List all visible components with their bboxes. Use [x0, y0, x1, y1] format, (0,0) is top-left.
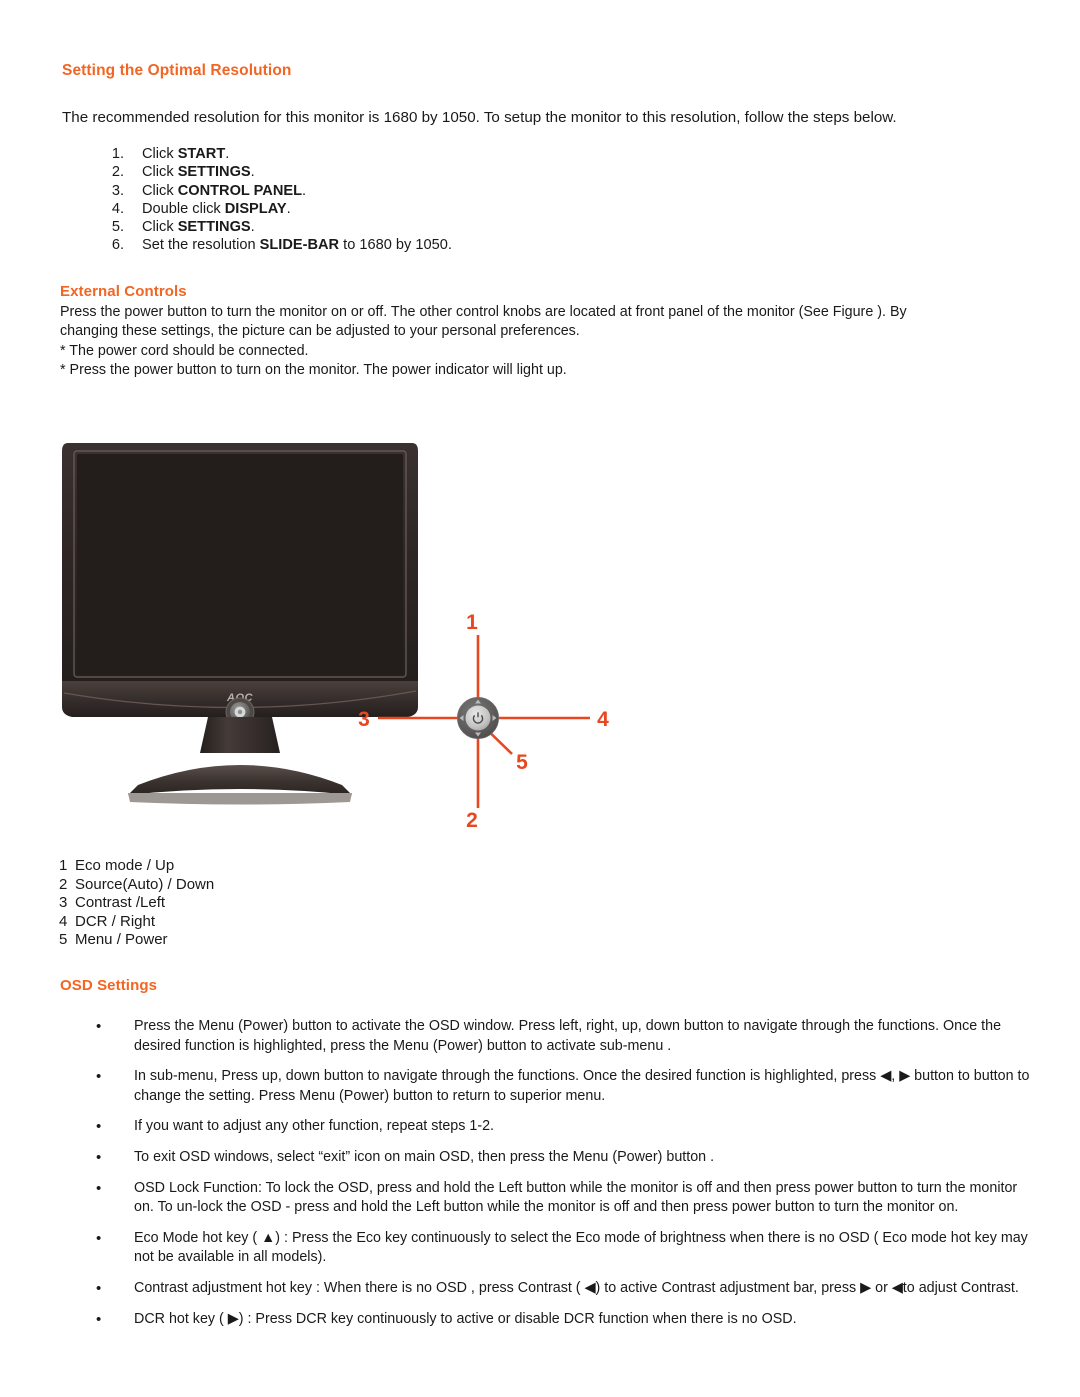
- step-label: Click SETTINGS.: [142, 164, 255, 181]
- legend-label: Source(Auto) / Down: [75, 875, 215, 893]
- document-page: Setting the Optimal Resolution The recom…: [0, 0, 1080, 1397]
- bullet-marker-icon: •: [96, 1229, 102, 1247]
- step-label: Click CONTROL PANEL.: [142, 182, 307, 199]
- bullet-marker-icon: •: [96, 1018, 102, 1035]
- step-item: 6. Set the resolution SLIDE-BAR to 1680 b…: [90, 236, 790, 254]
- external-controls-line: * Press the power button to turn on the …: [60, 362, 567, 379]
- monitor-front-view-figure: AOC: [60, 435, 640, 835]
- legend-number: 2: [59, 875, 68, 893]
- callout-number-5: 5: [516, 751, 528, 774]
- callout-number-4: 4: [597, 708, 609, 731]
- external-controls-line: * The power cord should be connected.: [60, 342, 309, 359]
- osd-settings-bullet-list: • Press the Menu (Power) button to activa…: [88, 1017, 1040, 1340]
- osd-bullet-item: • OSD Lock Function: To lock the OSD, pre…: [88, 1179, 1040, 1218]
- legend-item: 3 Contrast /Left: [59, 894, 214, 913]
- osd-bullet-text: In sub-menu, Press up, down button to na…: [134, 1068, 1030, 1104]
- legend-label: DCR / Right: [75, 912, 156, 930]
- osd-bullet-item: • In sub-menu, Press up, down button to n…: [88, 1067, 1040, 1106]
- optimal-resolution-intro-text: The recommended resolution for this moni…: [62, 109, 897, 126]
- osd-bullet-item: • Press the Menu (Power) button to activa…: [88, 1017, 1040, 1056]
- step-keyword: SLIDE-BAR: [259, 237, 340, 254]
- step-keyword: CONTROL PANEL: [177, 182, 303, 199]
- monitor-screen: [77, 454, 403, 674]
- legend-label: Contrast /Left: [75, 894, 166, 912]
- step-label: Click SETTINGS.: [142, 219, 255, 236]
- external-controls-line: Press the power button to turn the monit…: [60, 304, 907, 320]
- step-item: 5. Click SETTINGS.: [90, 218, 790, 236]
- step-number: 4.: [111, 200, 124, 217]
- monitor-illustration: AOC: [62, 443, 609, 832]
- monitor-base: [128, 765, 352, 795]
- monitor-base-foot: [128, 793, 352, 805]
- bullet-marker-icon: •: [96, 1279, 102, 1297]
- osd-bullet-text: Contrast adjustment hot key : When there…: [134, 1279, 1019, 1296]
- step-keyword: DISPLAY: [224, 200, 287, 217]
- legend-item: 4 DCR / Right: [59, 913, 214, 932]
- osd-bullet-item: • DCR hot key ( ▶) : Press DCR key contin…: [88, 1310, 1040, 1330]
- step-label: Double click DISPLAY.: [142, 200, 291, 217]
- osd-bullet-text: Eco Mode hot key ( ▲) : Press the Eco ke…: [134, 1229, 1028, 1266]
- step-number: 3.: [111, 182, 124, 199]
- legend-number: 5: [59, 931, 68, 949]
- osd-bullet-item: • To exit OSD windows, select “exit” icon…: [88, 1148, 1040, 1168]
- monitor-neck: [200, 717, 280, 753]
- osd-bullet-item: • Contrast adjustment hot key : When ther…: [88, 1279, 1040, 1299]
- legend-number: 1: [59, 857, 68, 874]
- legend-label: Menu / Power: [75, 931, 168, 949]
- bullet-marker-icon: •: [96, 1310, 102, 1328]
- osd-bullet-text: If you want to adjust any other function…: [134, 1118, 495, 1135]
- osd-bullet-text: OSD Lock Function: To lock the OSD, pres…: [134, 1179, 1018, 1216]
- external-controls-line: changing these settings, the picture can…: [60, 323, 580, 340]
- step-number: 2.: [111, 164, 124, 181]
- legend-item: 2 Source(Auto) / Down: [59, 876, 214, 895]
- bullet-marker-icon: •: [96, 1118, 102, 1136]
- osd-bullet-text: Press the Menu (Power) button to activat…: [134, 1018, 1002, 1054]
- callout-number-1: 1: [466, 611, 478, 634]
- optimal-resolution-steps-list: 1. Click START. 2. Click SETTINGS. 3. Click C…: [90, 145, 790, 255]
- control-legend-list: 1 Eco mode / Up 2 Source(Auto) / Down 3 Contr…: [59, 857, 214, 950]
- external-controls-body-text: Press the power button to turn the monit…: [60, 303, 1028, 381]
- step-number: 5.: [111, 219, 124, 236]
- step-item: 1. Click START.: [90, 145, 790, 163]
- legend-item: 5 Menu / Power: [59, 931, 214, 950]
- callout-number-3: 3: [358, 708, 370, 731]
- step-item: 2. Click SETTINGS.: [90, 163, 790, 181]
- osd-bullet-text: DCR hot key ( ▶) : Press DCR key continu…: [134, 1310, 797, 1327]
- step-item: 4. Double click DISPLAY.: [90, 200, 790, 218]
- section-heading-osd-settings: OSD Settings: [60, 977, 158, 994]
- step-keyword: START: [177, 146, 226, 162]
- step-item: 3. Click CONTROL PANEL.: [90, 182, 790, 200]
- callout-number-2: 2: [466, 809, 478, 832]
- legend-number: 4: [59, 912, 68, 930]
- osd-bullet-text: To exit OSD windows, select “exit” icon …: [134, 1148, 715, 1165]
- bullet-marker-icon: •: [96, 1068, 102, 1086]
- step-number: 1.: [111, 146, 124, 162]
- section-heading-optimal-resolution: Setting the Optimal Resolution: [62, 62, 292, 79]
- step-label: Set the resolution SLIDE-BAR to 1680 by …: [142, 237, 452, 254]
- step-keyword: SETTINGS: [177, 164, 251, 181]
- legend-label: Eco mode / Up: [75, 857, 175, 874]
- legend-item: 1 Eco mode / Up: [59, 857, 214, 876]
- section-heading-external-controls: External Controls: [60, 283, 187, 300]
- step-label: Click START.: [142, 146, 230, 162]
- legend-number: 3: [59, 894, 68, 912]
- step-number: 6.: [111, 237, 124, 254]
- osd-bullet-item: • Eco Mode hot key ( ▲) : Press the Eco k…: [88, 1229, 1040, 1268]
- bullet-marker-icon: •: [96, 1179, 102, 1197]
- step-keyword: SETTINGS: [177, 219, 251, 236]
- osd-bullet-item: • If you want to adjust any other functio…: [88, 1117, 1040, 1137]
- bullet-marker-icon: •: [96, 1148, 102, 1166]
